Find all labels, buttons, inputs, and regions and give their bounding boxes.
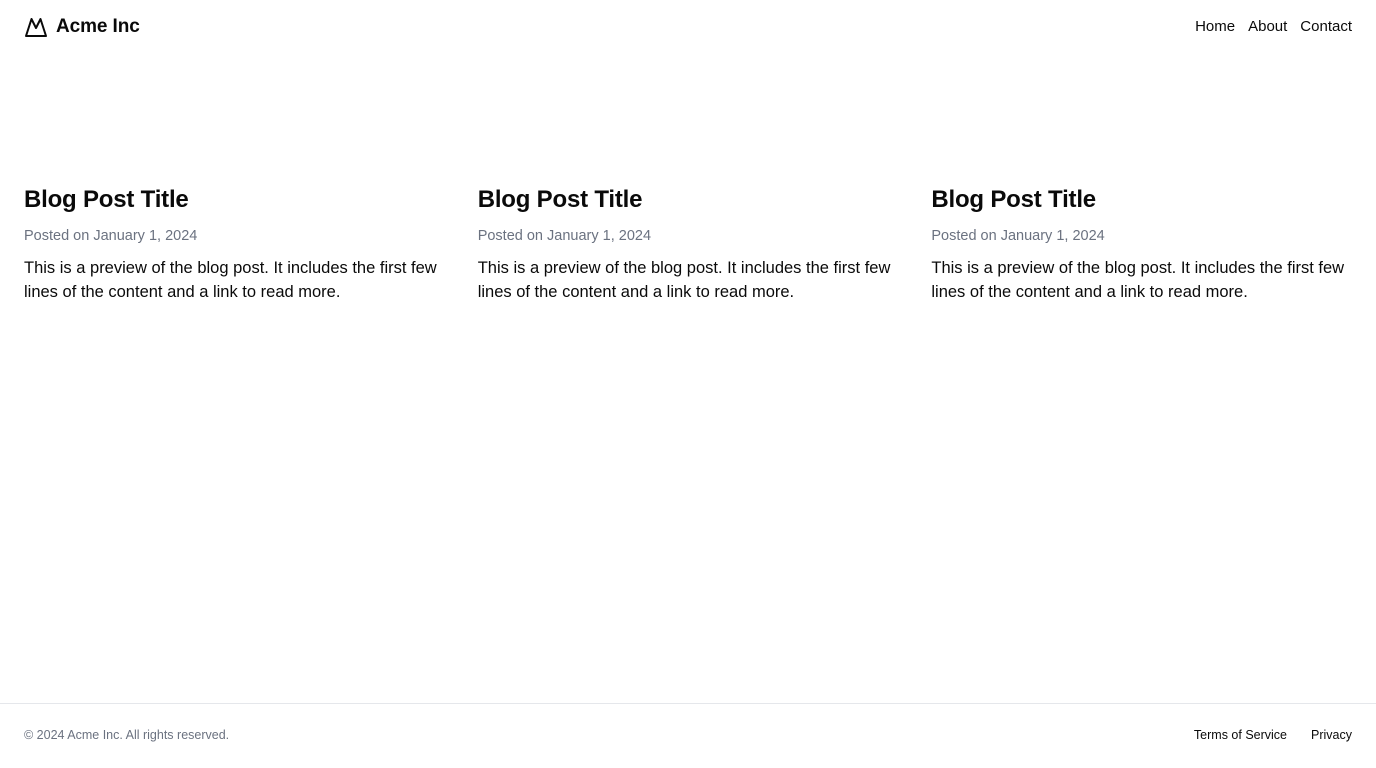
footer-link-terms[interactable]: Terms of Service [1194, 728, 1287, 742]
post-title[interactable]: Blog Post Title [478, 184, 907, 216]
nav-link-home[interactable]: Home [1195, 18, 1235, 35]
post-excerpt: This is a preview of the blog post. It i… [477, 259, 891, 301]
post-title[interactable]: Blog Post Title [931, 184, 1360, 216]
post-excerpt: This is a preview of the blog post. It i… [931, 259, 1345, 301]
footer-nav: Terms of Service Privacy [1194, 728, 1352, 742]
main-nav: Home About Contact [1195, 18, 1352, 35]
blog-post-card: Blog Post Title Posted on January 1, 202… [24, 184, 453, 321]
nav-link-about[interactable]: About [1248, 18, 1287, 35]
site-footer: © 2024 Acme Inc. All rights reserved. Te… [0, 703, 1376, 768]
brand-name: Acme Inc [56, 16, 140, 37]
post-date: Posted on January 1, 2024 [931, 228, 1105, 244]
post-title[interactable]: Blog Post Title [24, 184, 453, 216]
blog-post-card: Blog Post Title Posted on January 1, 202… [931, 184, 1360, 321]
copyright-text: © 2024 Acme Inc. All rights reserved. [24, 728, 230, 742]
footer-link-privacy[interactable]: Privacy [1311, 728, 1352, 742]
brand-link[interactable]: Acme Inc [24, 15, 140, 39]
mountain-icon [24, 15, 48, 39]
nav-link-contact[interactable]: Contact [1300, 18, 1352, 35]
post-date: Posted on January 1, 2024 [24, 228, 198, 244]
blog-post-grid: Blog Post Title Posted on January 1, 202… [24, 184, 1352, 321]
site-header: Acme Inc Home About Contact [0, 0, 1376, 56]
blog-post-card: Blog Post Title Posted on January 1, 202… [478, 184, 907, 321]
post-excerpt: This is a preview of the blog post. It i… [24, 259, 437, 301]
post-date: Posted on January 1, 2024 [477, 228, 652, 244]
page: Acme Inc Home About Contact Blog Post Ti… [0, 0, 1376, 768]
